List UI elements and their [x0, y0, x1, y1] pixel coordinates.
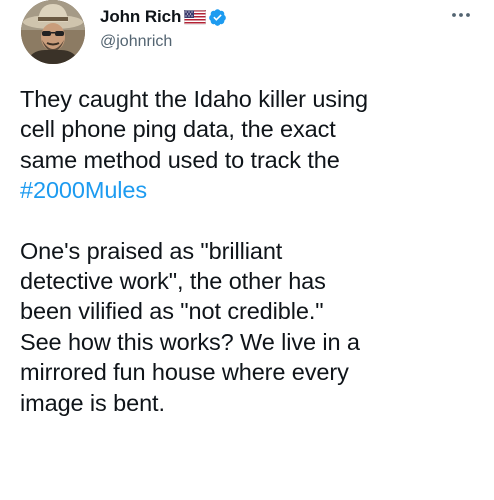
- tweet-line: image is bent.: [20, 389, 165, 416]
- avatar-icon[interactable]: [21, 0, 85, 64]
- tweet: John Rich @johnrich They caught the Idah…: [0, 0, 494, 500]
- tweet-line: detective work", the other has: [20, 268, 326, 295]
- tweet-text: They caught the Idaho killer using cell …: [20, 84, 480, 418]
- hashtag-link[interactable]: #2000Mules: [20, 177, 147, 203]
- author-name-row[interactable]: John Rich: [100, 6, 227, 28]
- tweet-paragraph-2: One's praised as "brilliant detective wo…: [20, 236, 480, 418]
- verified-icon: [208, 8, 227, 27]
- tweet-paragraph-1: They caught the Idaho killer using cell …: [20, 84, 480, 206]
- tweet-line: They caught the Idaho killer using: [20, 86, 369, 112]
- author-handle[interactable]: @johnrich: [100, 33, 227, 51]
- tweet-line: cell phone ping data, the exact: [20, 116, 336, 143]
- author-block: John Rich @johnrich: [100, 6, 227, 51]
- tweet-line: mirrored fun house where every: [20, 359, 349, 386]
- us-flag-icon: [184, 9, 207, 25]
- more-icon[interactable]: [446, 4, 476, 26]
- tweet-line: been vilified as "not credible.": [20, 298, 324, 325]
- tweet-line: same method used to track the: [20, 146, 340, 173]
- tweet-line: One's praised as "brilliant: [20, 237, 283, 264]
- display-name[interactable]: John Rich: [100, 7, 181, 27]
- tweet-line: See how this works? We live in a: [20, 328, 360, 355]
